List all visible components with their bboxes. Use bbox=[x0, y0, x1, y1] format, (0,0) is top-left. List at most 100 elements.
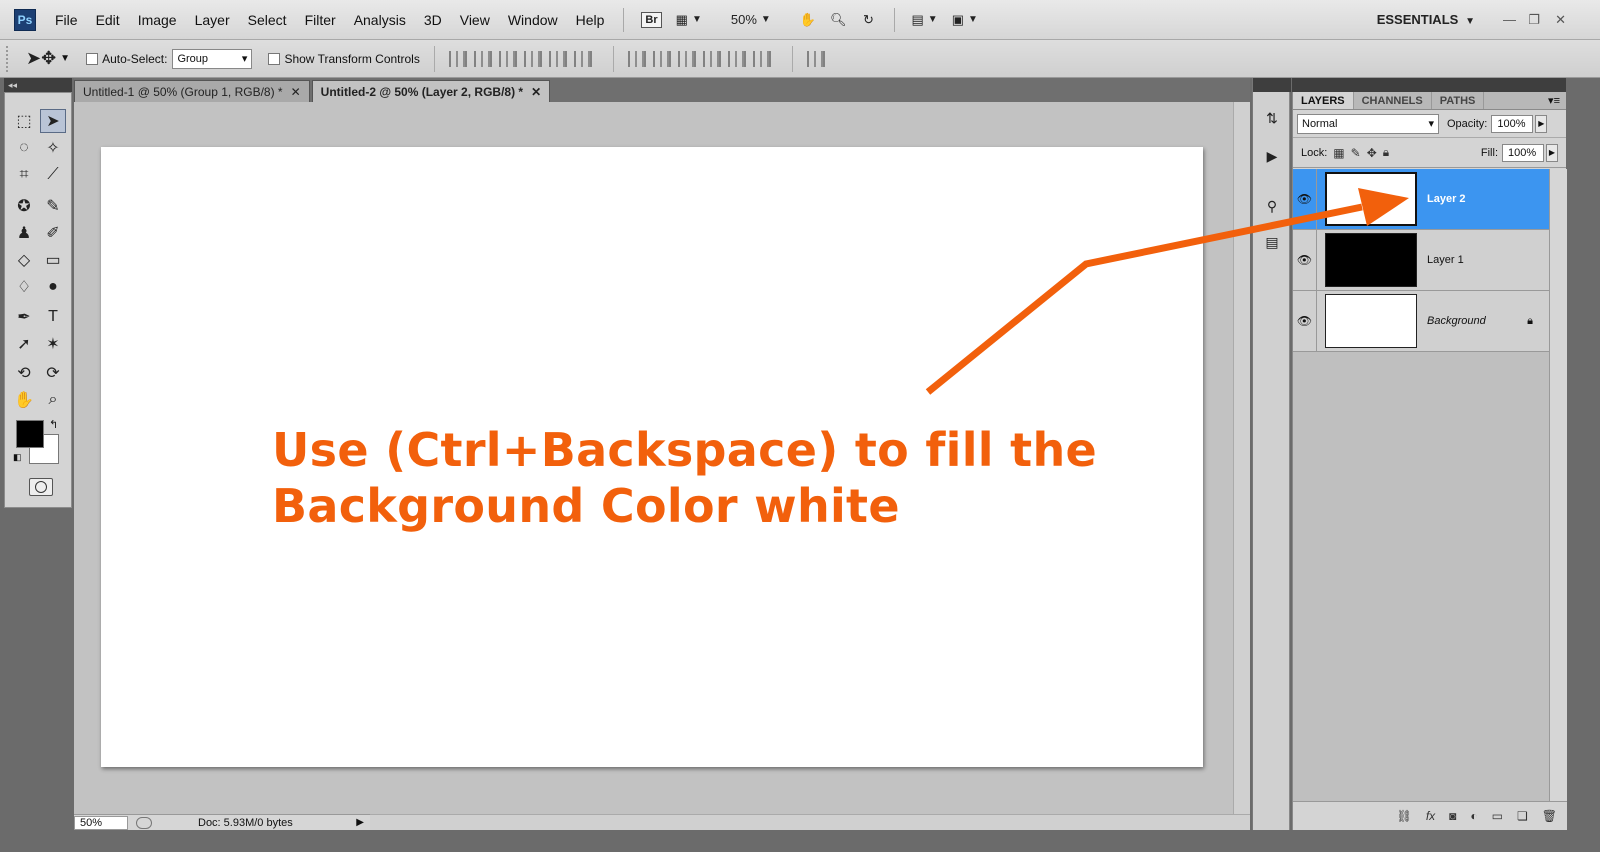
show-transform-checkbox[interactable]: Show Transform Controls bbox=[268, 52, 420, 66]
menu-edit[interactable]: Edit bbox=[87, 0, 129, 40]
vertical-scrollbar[interactable] bbox=[1233, 102, 1250, 814]
align-bottom-icon[interactable] bbox=[498, 50, 517, 67]
lasso-tool-icon[interactable]: ◌ bbox=[11, 136, 37, 160]
zoom-field[interactable]: 50% bbox=[74, 815, 128, 830]
distribute-left-icon[interactable] bbox=[702, 50, 721, 67]
zoom-tool-button[interactable]: 🔍︎ bbox=[826, 8, 851, 32]
visibility-eye-icon[interactable]: 👁︎ bbox=[1293, 290, 1317, 352]
distribute-right-icon[interactable] bbox=[752, 50, 771, 67]
close-icon[interactable]: ✕ bbox=[1555, 12, 1566, 28]
custom-shape-tool-icon[interactable]: ✶ bbox=[40, 332, 66, 356]
distribute-bottom-icon[interactable] bbox=[677, 50, 696, 67]
tab-paths[interactable]: PATHS bbox=[1432, 92, 1485, 109]
align-hcenter-icon[interactable] bbox=[548, 50, 567, 67]
panel-menu-icon[interactable]: ▾≡ bbox=[1548, 92, 1560, 109]
layers-scrollbar[interactable] bbox=[1549, 169, 1567, 801]
align-right-icon[interactable] bbox=[573, 50, 592, 67]
restore-icon[interactable]: ❐ bbox=[1528, 12, 1540, 28]
healing-brush-tool-icon[interactable]: ✪ bbox=[11, 194, 37, 218]
tab-layers[interactable]: LAYERS bbox=[1293, 92, 1354, 109]
status-preview-icon[interactable] bbox=[136, 816, 152, 829]
zoom-level-dropdown[interactable]: 50% ▼ bbox=[727, 8, 775, 32]
new-layer-icon[interactable]: ❏ bbox=[1517, 809, 1528, 823]
distribute-top-icon[interactable] bbox=[627, 50, 646, 67]
marquee-tool-icon[interactable]: ⬚ bbox=[11, 109, 37, 133]
close-icon[interactable]: ✕ bbox=[531, 85, 541, 99]
tools-panel-header[interactable]: ◂◂ bbox=[4, 78, 72, 92]
zoom-tool-icon[interactable]: ⌕ bbox=[40, 388, 66, 412]
workspace-switcher[interactable]: ESSENTIALS ▼ bbox=[1377, 0, 1475, 42]
move-tool-icon[interactable]: ➤ bbox=[40, 109, 66, 133]
minimize-icon[interactable]: — bbox=[1503, 12, 1516, 27]
lock-all-icon[interactable]: 🔒︎ bbox=[1383, 145, 1389, 160]
fill-field[interactable]: 100% bbox=[1502, 143, 1544, 162]
lock-transparency-icon[interactable]: ▦ bbox=[1333, 146, 1344, 160]
visibility-eye-icon[interactable]: 👁︎ bbox=[1293, 229, 1317, 291]
menu-filter[interactable]: Filter bbox=[296, 0, 345, 40]
menu-analysis[interactable]: Analysis bbox=[345, 0, 415, 40]
status-menu-arrow-icon[interactable]: ▶ bbox=[356, 817, 364, 828]
rotate-view-button[interactable]: ↻ bbox=[857, 8, 881, 32]
crop-tool-icon[interactable]: ⌗ bbox=[11, 163, 37, 187]
align-vcenter-icon[interactable] bbox=[473, 50, 492, 67]
tab-channels[interactable]: CHANNELS bbox=[1354, 92, 1432, 109]
gradient-tool-icon[interactable]: ▭ bbox=[40, 248, 66, 272]
layer-row-layer-2[interactable]: 👁︎ Layer 2 bbox=[1293, 168, 1549, 230]
delete-layer-icon[interactable]: 🗑︎ bbox=[1542, 809, 1557, 823]
checkbox-box[interactable] bbox=[268, 52, 281, 65]
history-brush-tool-icon[interactable]: ✐ bbox=[40, 221, 66, 245]
document-tab-untitled-2[interactable]: Untitled-2 @ 50% (Layer 2, RGB/8) * ✕ bbox=[311, 80, 551, 102]
document-tab-untitled-1[interactable]: Untitled-1 @ 50% (Group 1, RGB/8) * ✕ bbox=[74, 80, 310, 102]
align-left-icon[interactable] bbox=[523, 50, 542, 67]
move-tool-preset-icon[interactable]: ➤✥ bbox=[26, 48, 56, 69]
arrange-documents-button[interactable]: ▤ ▼ bbox=[908, 8, 942, 32]
clone-stamp-tool-icon[interactable]: ♟ bbox=[11, 221, 37, 245]
adjustment-layer-icon[interactable]: ◐ bbox=[1470, 809, 1477, 823]
default-colors-icon[interactable]: ◧ bbox=[13, 452, 22, 463]
blend-mode-dropdown[interactable]: Normal ▾ bbox=[1297, 113, 1439, 134]
lock-position-icon[interactable]: ✥ bbox=[1367, 146, 1377, 160]
blur-tool-icon[interactable]: ♢ bbox=[11, 275, 37, 299]
menu-select[interactable]: Select bbox=[239, 0, 296, 40]
auto-align-icon[interactable] bbox=[806, 50, 825, 67]
hand-tool-button[interactable]: ✋ bbox=[796, 8, 820, 32]
swap-colors-icon[interactable]: ↰ bbox=[49, 418, 58, 431]
distribute-vcenter-icon[interactable] bbox=[652, 50, 671, 67]
new-group-icon[interactable]: ▭ bbox=[1492, 809, 1503, 823]
checkbox-box[interactable] bbox=[86, 52, 99, 65]
bridge-button[interactable]: Br bbox=[637, 8, 665, 32]
chevron-down-icon[interactable]: ▼ bbox=[60, 53, 70, 64]
auto-select-checkbox[interactable]: Auto-Select: Group ▾ bbox=[86, 48, 253, 69]
link-layers-icon[interactable]: ⛓ bbox=[1397, 809, 1412, 823]
options-bar-grip[interactable] bbox=[6, 45, 12, 72]
quick-mask-button[interactable] bbox=[29, 478, 53, 496]
menu-window[interactable]: Window bbox=[499, 0, 567, 40]
lock-pixels-icon[interactable]: ✎ bbox=[1351, 146, 1361, 160]
type-tool-icon[interactable]: T bbox=[40, 305, 66, 329]
foreground-color-swatch[interactable] bbox=[16, 420, 44, 448]
pen-tool-icon[interactable]: ✒ bbox=[11, 305, 37, 329]
actions-panel-icon[interactable]: ▶ bbox=[1261, 146, 1283, 166]
dock-header[interactable] bbox=[1253, 78, 1291, 92]
opacity-field[interactable]: 100% bbox=[1491, 114, 1534, 133]
magic-wand-tool-icon[interactable]: ✧ bbox=[40, 136, 66, 160]
screen-mode-button[interactable]: ▣ ▼ bbox=[948, 8, 982, 32]
menu-3d[interactable]: 3D bbox=[415, 0, 451, 40]
view-extras-button[interactable]: ▦ ▼ bbox=[672, 8, 706, 32]
menu-layer[interactable]: Layer bbox=[186, 0, 239, 40]
3d-orbit-tool-icon[interactable]: ⟳ bbox=[40, 361, 66, 385]
dodge-tool-icon[interactable]: ● bbox=[40, 275, 66, 299]
brush-tool-icon[interactable]: ✎ bbox=[40, 194, 66, 218]
hand-tool-icon[interactable]: ✋ bbox=[11, 388, 37, 412]
layers-panel-header[interactable] bbox=[1292, 78, 1566, 92]
eraser-tool-icon[interactable]: ◇ bbox=[11, 248, 37, 272]
add-mask-icon[interactable]: ◙ bbox=[1449, 809, 1456, 823]
layer-row-background[interactable]: 👁︎ Background 🔒︎ bbox=[1293, 290, 1549, 352]
layer-comps-panel-icon[interactable]: ▤ bbox=[1261, 232, 1283, 252]
fill-slider-arrow-icon[interactable]: ▶ bbox=[1546, 143, 1558, 162]
horizontal-scrollbar[interactable] bbox=[370, 814, 1250, 830]
3d-rotate-tool-icon[interactable]: ⟲ bbox=[11, 361, 37, 385]
menu-help[interactable]: Help bbox=[567, 0, 614, 40]
distribute-hcenter-icon[interactable] bbox=[727, 50, 746, 67]
eyedropper-tool-icon[interactable]: ⟋ bbox=[40, 163, 66, 187]
